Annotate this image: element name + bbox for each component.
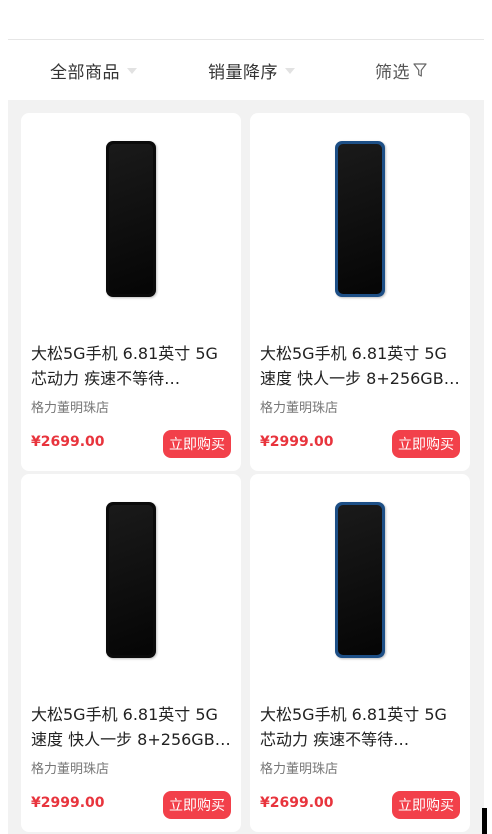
buy-now-button[interactable]: 立即购买 <box>163 430 231 458</box>
product-price: ¥2699.00 <box>31 434 105 450</box>
product-card[interactable]: 大松5G手机 6.81英寸 5G芯动力 疾速不等待 6+128GB 格力董明珠店… <box>250 474 470 832</box>
phone-image <box>335 502 385 658</box>
product-image[interactable] <box>21 474 241 686</box>
product-card[interactable]: 大松5G手机 6.81英寸 5G速度 快人一步 8+256GB 全网通 格力董明… <box>250 113 470 471</box>
product-card[interactable]: 大松5G手机 6.81英寸 5G芯动力 疾速不等待 6+128GB 格力董明珠店… <box>21 113 241 471</box>
product-image[interactable] <box>21 113 241 325</box>
filter-button-label: 筛选 <box>375 62 410 83</box>
buy-now-button[interactable]: 立即购买 <box>392 430 460 458</box>
phone-image <box>335 141 385 297</box>
shop-name: 格力董明珠店 <box>31 401 110 416</box>
sort-filter[interactable]: 销量降序 <box>208 58 295 83</box>
chevron-down-icon <box>127 68 137 74</box>
filter-bar: 全部商品 销量降序 筛选 <box>0 40 492 100</box>
phone-image <box>106 141 156 297</box>
product-card[interactable]: 大松5G手机 6.81英寸 5G速度 快人一步 8+256GB 全网通 格力董明… <box>21 474 241 832</box>
category-filter[interactable]: 全部商品 <box>50 58 137 83</box>
buy-now-button[interactable]: 立即购买 <box>163 791 231 819</box>
filter-button[interactable]: 筛选 <box>375 58 427 83</box>
text-cursor <box>482 808 487 834</box>
buy-now-button[interactable]: 立即购买 <box>392 791 460 819</box>
product-price: ¥2999.00 <box>31 795 105 811</box>
chevron-down-icon <box>285 68 295 74</box>
funnel-icon <box>413 63 427 77</box>
shop-name: 格力董明珠店 <box>260 762 339 777</box>
phone-image <box>106 502 156 658</box>
product-title[interactable]: 大松5G手机 6.81英寸 5G芯动力 疾速不等待 6+128GB <box>260 702 460 752</box>
product-title[interactable]: 大松5G手机 6.81英寸 5G速度 快人一步 8+256GB 全网通 <box>31 702 231 752</box>
product-image[interactable] <box>250 474 470 686</box>
shop-name: 格力董明珠店 <box>260 401 339 416</box>
product-list-page: 全部商品 销量降序 筛选 大松5G手机 6.81英寸 5G芯动力 疾速不等待 6… <box>0 0 492 834</box>
product-title[interactable]: 大松5G手机 6.81英寸 5G速度 快人一步 8+256GB 全网通 <box>260 341 460 391</box>
category-filter-label: 全部商品 <box>50 62 120 83</box>
product-image[interactable] <box>250 113 470 325</box>
product-title[interactable]: 大松5G手机 6.81英寸 5G芯动力 疾速不等待 6+128GB <box>31 341 231 391</box>
sort-filter-label: 销量降序 <box>208 62 278 83</box>
product-price: ¥2999.00 <box>260 434 334 450</box>
product-price: ¥2699.00 <box>260 795 334 811</box>
shop-name: 格力董明珠店 <box>31 762 110 777</box>
